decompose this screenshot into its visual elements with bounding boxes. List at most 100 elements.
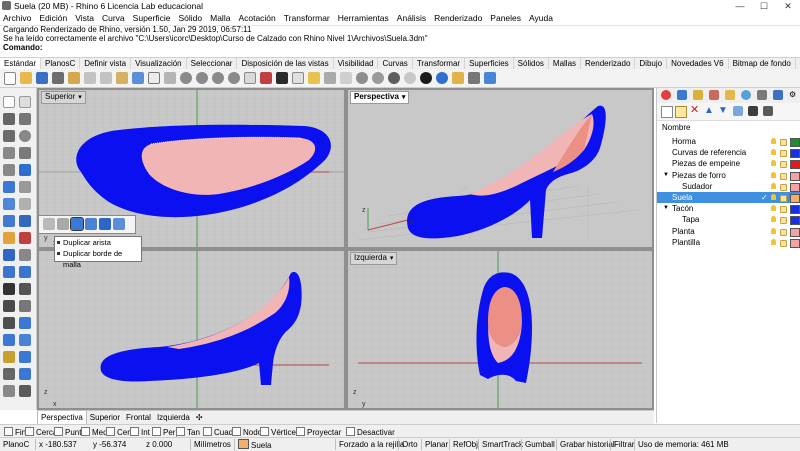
menu-paneles[interactable]: Paneles — [486, 12, 525, 25]
layer-row[interactable]: Horma — [657, 136, 800, 147]
minimize-button[interactable]: — — [728, 0, 752, 12]
checkbox-box[interactable] — [152, 427, 161, 436]
add-viewport-tab-icon[interactable]: ✣ — [193, 411, 206, 424]
extract-curve-icon[interactable] — [43, 218, 55, 230]
menu-acotacion[interactable]: Acotación — [234, 12, 279, 25]
undo-icon[interactable] — [132, 72, 144, 84]
open-folder-icon[interactable] — [20, 72, 32, 84]
zoom-icon[interactable] — [180, 72, 192, 84]
planar-toggle[interactable]: Planar — [421, 439, 448, 450]
panel-menu-icon[interactable]: ⚙ — [789, 90, 797, 100]
lock-icon[interactable] — [780, 139, 787, 146]
cplane-indicator[interactable]: PlanoC — [3, 439, 29, 450]
vp-tab-perspectiva[interactable]: Perspectiva — [37, 411, 87, 425]
import-icon[interactable] — [68, 72, 80, 84]
options-gear-icon[interactable] — [468, 72, 480, 84]
checkbox-box[interactable] — [260, 427, 269, 436]
polygon-icon[interactable] — [19, 164, 31, 176]
point-icon[interactable] — [19, 96, 31, 108]
tools-icon[interactable] — [763, 106, 773, 116]
checkbox-box[interactable] — [176, 427, 185, 436]
layout-icon[interactable] — [19, 385, 31, 397]
ellipse-icon[interactable] — [19, 147, 31, 159]
array-icon[interactable] — [19, 351, 31, 363]
checkbox-box[interactable] — [130, 427, 139, 436]
visibility-bulb-icon[interactable] — [771, 216, 776, 223]
visibility-bulb-icon[interactable] — [771, 238, 776, 245]
checkbox-box[interactable] — [106, 427, 115, 436]
pan-icon[interactable] — [148, 72, 160, 84]
new-sublayer-icon[interactable] — [675, 106, 687, 118]
menu-superficie[interactable]: Superficie — [129, 12, 175, 25]
join-icon[interactable] — [19, 300, 31, 312]
four-viewports-icon[interactable] — [244, 72, 256, 84]
menu-analisis[interactable]: Análisis — [393, 12, 430, 25]
layer-color-swatch[interactable] — [790, 171, 800, 181]
visibility-bulb-icon[interactable] — [771, 160, 776, 167]
layer-row[interactable]: Tapa — [657, 214, 800, 226]
chevron-down-icon[interactable]: ▾ — [402, 93, 406, 103]
rotate-view-icon[interactable] — [164, 72, 176, 84]
layer-row[interactable]: Plantilla — [657, 237, 800, 248]
silhouette-icon[interactable] — [99, 218, 111, 230]
osnap-toggle[interactable]: RefObj — [449, 439, 478, 450]
mesh-tools-icon[interactable] — [3, 249, 15, 261]
viewport-left[interactable]: z y Izquierda ▾ — [348, 251, 652, 408]
fillet-icon[interactable] — [3, 368, 15, 380]
layer-color-swatch[interactable] — [790, 160, 800, 170]
layer-icon[interactable] — [324, 72, 336, 84]
checkbox-box[interactable] — [81, 427, 90, 436]
paste-icon[interactable] — [116, 72, 128, 84]
checkbox-box[interactable] — [296, 427, 305, 436]
hide-icon[interactable] — [292, 72, 304, 84]
menu-herramientas[interactable]: Herramientas — [334, 12, 393, 25]
chevron-down-icon[interactable]: ▾ — [390, 254, 394, 264]
help-icon[interactable] — [484, 72, 496, 84]
visibility-bulb-icon[interactable] — [771, 138, 776, 144]
render-tools-icon[interactable] — [19, 249, 31, 261]
move-to-parent-icon[interactable] — [733, 106, 743, 116]
display-tab-icon[interactable] — [693, 90, 703, 100]
split-icon[interactable] — [3, 334, 15, 346]
box-icon[interactable] — [3, 215, 15, 227]
layer-color-swatch[interactable] — [790, 205, 800, 215]
lights-tab-icon[interactable] — [725, 90, 735, 100]
delete-layer-icon[interactable]: ✕ — [690, 104, 700, 116]
select-arrow-icon[interactable] — [3, 96, 15, 108]
expander-icon[interactable]: ▼ — [663, 203, 669, 214]
menu-solido[interactable]: Sólido — [174, 12, 206, 25]
menu-curva[interactable]: Curva — [98, 12, 129, 25]
viewport-front[interactable]: z x — [39, 251, 344, 408]
vp-tab-superior[interactable]: Superior — [87, 411, 123, 424]
analyze-icon[interactable] — [3, 385, 15, 397]
command-prompt[interactable]: Comando: — [0, 43, 800, 53]
new-layer-icon[interactable] — [661, 106, 673, 118]
menu-vista[interactable]: Vista — [71, 12, 98, 25]
menu-archivo[interactable]: Archivo — [0, 12, 35, 25]
layer-color-swatch[interactable] — [790, 216, 800, 226]
layer-row[interactable]: Curvas de referencia — [657, 147, 800, 159]
move-up-icon[interactable]: ▲ — [704, 105, 714, 117]
viewport-perspective[interactable]: z x Perspectiva ▾ — [348, 90, 652, 247]
move-down-icon[interactable]: ▼ — [718, 105, 728, 117]
save-icon[interactable] — [36, 72, 48, 84]
contour-icon[interactable] — [57, 218, 69, 230]
duplicate-edge-icon[interactable] — [70, 217, 84, 231]
select-icon[interactable] — [276, 72, 288, 84]
wireframe-sphere-icon[interactable] — [356, 72, 368, 84]
expander-icon[interactable]: ▼ — [663, 170, 669, 181]
visibility-bulb-icon[interactable] — [771, 149, 776, 156]
current-layer[interactable]: Suela — [234, 439, 271, 451]
explode-icon[interactable] — [3, 317, 15, 329]
menu-malla[interactable]: Malla — [206, 12, 234, 25]
zoom-window-icon[interactable] — [196, 72, 208, 84]
layer-row[interactable]: ▼ Tacón — [657, 203, 800, 215]
layer-color-swatch[interactable] — [790, 227, 800, 237]
rotate-icon[interactable] — [3, 283, 15, 295]
shaded-sphere-icon[interactable] — [372, 72, 384, 84]
zoom-extents-icon[interactable] — [212, 72, 224, 84]
arc-icon[interactable] — [3, 147, 15, 159]
layer-color-swatch[interactable] — [790, 238, 800, 248]
layer-color-swatch[interactable] — [790, 182, 800, 192]
layer-color-swatch[interactable] — [790, 138, 800, 147]
